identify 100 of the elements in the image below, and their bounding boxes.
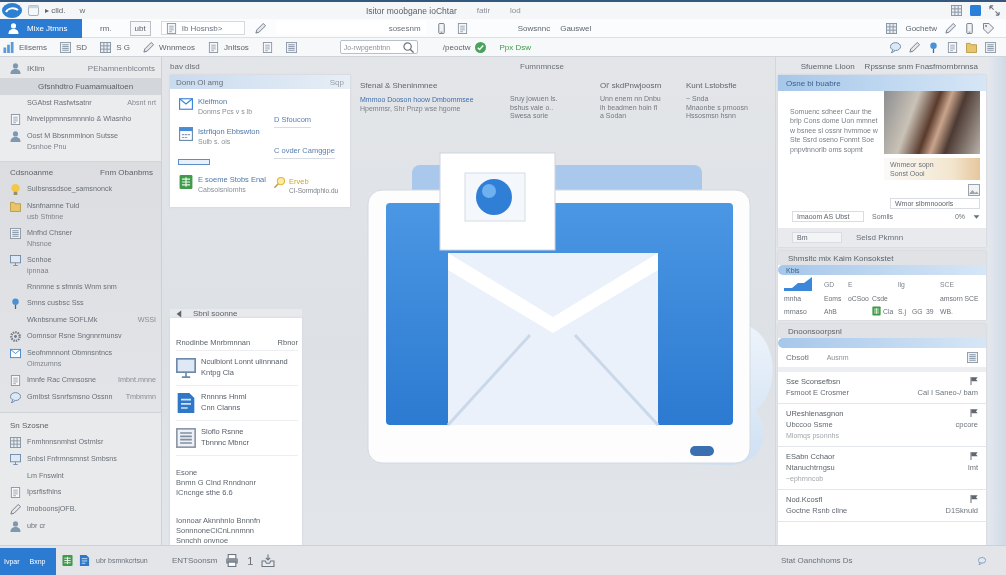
document-icon[interactable]: [456, 22, 468, 34]
phone-icon[interactable]: [964, 22, 975, 34]
toolbar-label[interactable]: Jnltsos: [223, 42, 249, 52]
tag-icon[interactable]: [983, 22, 994, 34]
ribbon-link[interactable]: Gauswel: [560, 23, 592, 33]
person-icon: [10, 131, 21, 142]
sidebar-group-header[interactable]: Gfsnhdtro Fuamamuaitoen: [0, 78, 161, 95]
person-icon: [10, 521, 21, 532]
phone-icon[interactable]: [435, 22, 447, 34]
card-action[interactable]: Sqp: [329, 77, 344, 87]
caret-icon[interactable]: [973, 212, 980, 221]
app-menu[interactable]: ▸ clld.: [45, 6, 66, 15]
group-detail: Fnm Obanbms: [100, 168, 153, 177]
status-label: ENTSoonsm: [172, 556, 218, 565]
column-title: Ol' skdPnwjoosrn: [600, 81, 663, 90]
grid-icon[interactable]: [951, 5, 962, 16]
image-icon[interactable]: [968, 184, 980, 196]
grid-icon[interactable]: [886, 22, 898, 34]
toolbar-label[interactable]: Ppx Dsw: [499, 42, 531, 52]
input-field[interactable]: Ib Hosnsb>: [160, 21, 245, 35]
chat-icon[interactable]: [890, 41, 901, 53]
spreadsheet-icon: [872, 306, 881, 316]
sidebar-subtitle: PEhamnenblcomts: [87, 64, 155, 73]
pen-icon[interactable]: [254, 22, 266, 34]
flag-icon[interactable]: [970, 452, 978, 460]
title-bar-item[interactable]: fatir: [476, 6, 491, 15]
list-icon[interactable]: [60, 41, 71, 53]
section-header: Osne bi buabre: [778, 75, 986, 91]
grid-icon[interactable]: [100, 41, 112, 53]
section-header: Shmsltc mix Kaim Konsokstet: [778, 251, 986, 265]
info-title: Sfenal & Sheninmnee: [360, 81, 439, 90]
folder-icon[interactable]: [966, 41, 977, 53]
window-title: Isitor moobgane ioChtar: [366, 5, 457, 16]
folder-icon: [10, 201, 21, 212]
flag-icon[interactable]: [970, 409, 978, 417]
input-field[interactable]: sosesnm: [275, 21, 426, 35]
toolbar-label[interactable]: /peoctw: [442, 42, 471, 52]
list-icon: [10, 228, 21, 239]
flag-icon[interactable]: [970, 377, 978, 385]
monitor-icon: [10, 454, 21, 465]
envelope-icon: [10, 348, 21, 359]
bar-chart-icon[interactable]: [3, 41, 14, 53]
sidebar-group-header[interactable]: Sn Szosne: [0, 417, 161, 434]
person-icon[interactable]: [10, 63, 21, 74]
card-title: Donn Ol amg: [176, 77, 224, 87]
sidebar-title: IKlim: [27, 64, 45, 73]
field-label: Selsd Pkmnn: [856, 233, 904, 242]
pen-icon[interactable]: [142, 41, 154, 53]
document-icon[interactable]: [261, 41, 273, 53]
calendar-icon: [178, 127, 194, 141]
list-icon[interactable]: [985, 41, 996, 53]
chat-icon[interactable]: [978, 556, 986, 565]
app-tile-icon[interactable]: [970, 5, 981, 16]
toolbar-label[interactable]: Elisems: [19, 42, 47, 52]
check-icon[interactable]: [475, 41, 487, 53]
area-chart-drawing: [784, 277, 812, 291]
title-bar-item[interactable]: lod: [510, 6, 521, 15]
list-icon[interactable]: [967, 352, 978, 363]
panel-title: Sbnl soonne: [193, 309, 238, 318]
file-icon[interactable]: [79, 555, 90, 566]
file-icon: [176, 392, 196, 414]
spreadsheet-icon[interactable]: [62, 555, 73, 566]
inbox-tray-icon[interactable]: [261, 554, 276, 567]
pin-icon[interactable]: [928, 41, 939, 53]
document-icon: [10, 375, 21, 386]
pin-icon: [10, 298, 21, 309]
expand-icon[interactable]: [989, 5, 1000, 16]
ribbon-tab[interactable]: rm.: [92, 18, 120, 38]
list-icon[interactable]: [285, 41, 297, 53]
status-label: Stat Oanchhoms Ds: [781, 556, 853, 565]
back-arrow-icon[interactable]: [176, 309, 183, 318]
toolbar-label[interactable]: Wnnmeos: [158, 42, 195, 52]
person-icon: [8, 22, 19, 34]
printer-icon[interactable]: [225, 554, 240, 567]
filter-label[interactable]: Cbsotl: [786, 353, 809, 362]
magnifier-icon: [274, 177, 285, 188]
document-icon[interactable]: [207, 41, 219, 53]
menu-item[interactable]: w: [79, 6, 86, 15]
document-icon[interactable]: [947, 41, 958, 53]
section-label: bav dlsd: [170, 61, 200, 71]
app-logo-icon[interactable]: [2, 3, 22, 18]
grid-icon: [10, 437, 21, 448]
column-title: Kunt Lstobsfle: [686, 81, 738, 90]
input-field[interactable]: [178, 159, 210, 165]
window-icon[interactable]: [28, 5, 39, 16]
toolbar-button[interactable]: ubt: [129, 20, 151, 36]
flag-icon[interactable]: [970, 495, 978, 503]
spreadsheet-icon: [178, 175, 194, 189]
section-header: Dnoonsoorpsnl: [778, 324, 986, 338]
ribbon-link[interactable]: Gochetw: [905, 23, 937, 33]
ribbon-link[interactable]: Sowsnnc: [517, 23, 551, 33]
sidebar-group-header[interactable]: Cdsnoanme Fnm Obanbms: [0, 164, 161, 181]
monitor-icon: [10, 255, 21, 266]
toolbar-label[interactable]: SD: [76, 42, 88, 52]
pen-icon: [10, 504, 21, 515]
pen-icon[interactable]: [909, 41, 920, 53]
pen-icon[interactable]: [945, 22, 956, 34]
toolbar-label[interactable]: S G: [116, 42, 130, 52]
panel-subtitle: Rpssnse snm Fnasfmornbrnnsa: [864, 61, 978, 71]
document-icon: [10, 487, 21, 498]
